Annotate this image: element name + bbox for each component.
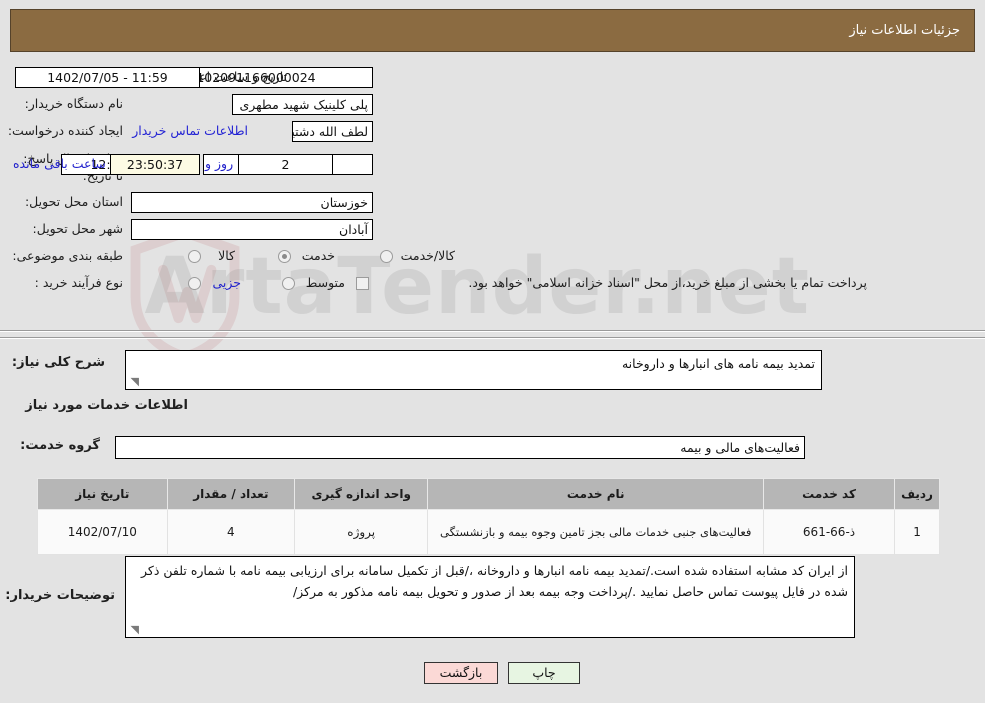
buyer-notes-value: از ایران کد مشابه استفاده شده است./تمدید… — [125, 556, 855, 638]
th-row: ردیف — [894, 478, 940, 510]
province-label: استان محل تحویل: — [24, 194, 123, 209]
creator-label: ایجاد کننده درخواست: — [7, 123, 123, 138]
radio-category-service-label: خدمت — [301, 248, 335, 263]
cell-name: فعالیت‌های جنبی خدمات مالی بجز تامین وجو… — [427, 509, 765, 555]
radio-process-medium[interactable] — [282, 277, 295, 290]
cell-qty: 4 — [166, 509, 296, 555]
buyer-notes-text: از ایران کد مشابه استفاده شده است./تمدید… — [141, 563, 848, 599]
table-header-row: ردیف کد خدمت نام خدمت واحد اندازه گیری ت… — [37, 478, 940, 510]
cell-date: 1402/07/10 — [37, 509, 168, 555]
cell-code: ذ-66-661 — [763, 509, 896, 555]
th-code: کد خدمت — [763, 478, 896, 510]
buyer-contact-link[interactable]: اطلاعات تماس خریدار — [132, 123, 248, 138]
th-unit: واحد اندازه گیری — [294, 478, 429, 510]
remaining-days-label: روز و — [205, 156, 234, 171]
radio-category-goods-service[interactable] — [380, 250, 393, 263]
cell-unit: پروژه — [294, 509, 429, 555]
section-divider-top — [0, 330, 985, 332]
services-table: ردیف کد خدمت نام خدمت واحد اندازه گیری ت… — [37, 478, 940, 555]
service-group-value: فعالیت‌های مالی و بیمه — [115, 436, 805, 459]
treasury-note-label: پرداخت تمام یا بخشی از مبلغ خرید،از محل … — [468, 275, 867, 290]
radio-category-service[interactable] — [278, 250, 291, 263]
radio-process-medium-label: متوسط — [305, 275, 345, 290]
table-row: 1 ذ-66-661 فعالیت‌های جنبی خدمات مالی بج… — [37, 509, 940, 555]
need-summary-value: تمدید بیمه نامه های انبارها و داروخانه ◥ — [125, 350, 822, 390]
services-section-title: اطلاعات خدمات مورد نیاز — [25, 398, 188, 413]
print-button[interactable]: چاپ — [508, 662, 580, 684]
service-group-label: گروه خدمت: — [20, 438, 100, 453]
process-type-label: نوع فرآیند خرید : — [34, 275, 123, 290]
section-divider-bottom — [0, 337, 985, 339]
cell-row: 1 — [894, 509, 940, 555]
resize-grip-icon[interactable]: ◥ — [129, 376, 139, 387]
th-date: تاریخ نیاز — [37, 478, 168, 510]
radio-category-goods[interactable] — [188, 250, 201, 263]
buyer-notes-label: توضیحات خریدار: — [5, 588, 115, 603]
radio-process-minor[interactable] — [188, 277, 201, 290]
back-button[interactable]: بازگشت — [424, 662, 498, 684]
radio-category-goods-label: کالا — [218, 248, 235, 263]
remaining-time-value: 23:50:37 — [110, 154, 200, 175]
radio-process-minor-label: جزیی — [212, 275, 241, 290]
buyer-org-value: پلی کلینیک شهید مطهری — [232, 94, 373, 115]
resize-grip-icon-notes[interactable]: ◥ — [129, 624, 139, 635]
creator-value: لطف الله دشتیان منصوریور کاربرداز پلی کل… — [292, 121, 373, 142]
th-qty: تعداد / مقدار — [166, 478, 296, 510]
radio-category-goods-service-label: کالا/خدمت — [400, 248, 455, 263]
category-label: طبقه بندی موضوعی: — [12, 248, 123, 263]
buyer-org-label: نام دستگاه خریدار: — [24, 96, 123, 111]
page-header-bar: جزئیات اطلاعات نیاز — [10, 9, 975, 52]
page-title: جزئیات اطلاعات نیاز — [849, 23, 960, 38]
need-summary-label: شرح کلی نیاز: — [11, 355, 105, 370]
city-label: شهر محل تحویل: — [32, 221, 123, 236]
checkbox-treasury-bonds[interactable] — [356, 277, 369, 290]
remaining-time-label: ساعت باقی مانده — [13, 156, 106, 171]
remaining-days-value: 2 — [238, 154, 333, 175]
need-summary-text: تمدید بیمه نامه های انبارها و داروخانه — [621, 356, 815, 371]
city-value: آبادان — [131, 219, 373, 240]
public-announce-value: 11:59 - 1402/07/05 — [15, 67, 200, 88]
province-value: خوزستان — [131, 192, 373, 213]
th-name: نام خدمت — [427, 478, 765, 510]
